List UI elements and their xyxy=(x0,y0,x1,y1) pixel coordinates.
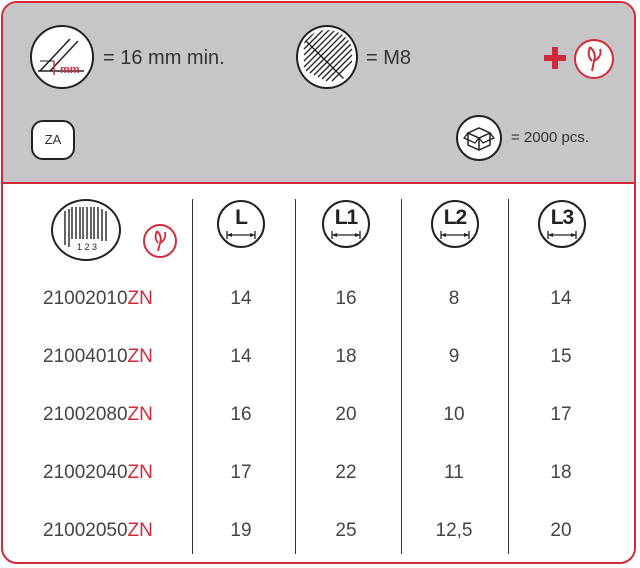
article-number: 21002080 xyxy=(43,404,128,425)
article-suffix: ZN xyxy=(127,288,153,309)
thread-text: = M8 xyxy=(366,47,412,69)
cell-l1: 18 xyxy=(335,346,357,367)
column-header-label: L1 xyxy=(334,206,359,229)
article-code: 21004010ZN xyxy=(43,346,193,368)
article-suffix: ZN xyxy=(127,520,153,541)
cell-l1: 20 xyxy=(335,404,357,425)
cell-l: 14 xyxy=(230,288,252,309)
barcode-icon: 1 2 3 xyxy=(51,199,121,261)
article-code: 21002080ZN xyxy=(43,404,193,426)
article-code: 21002050ZN xyxy=(43,520,193,542)
barcode-digits: 1 2 3 xyxy=(77,242,97,252)
cell-l2: 8 xyxy=(448,288,460,309)
plus-icon xyxy=(544,47,566,69)
column-divider xyxy=(401,199,402,554)
column-header-label: L xyxy=(235,206,248,229)
cell-l3: 17 xyxy=(550,404,572,425)
cell-l2: 9 xyxy=(448,346,460,367)
drill-depth-icon: mm xyxy=(30,25,94,89)
article-suffix: ZN xyxy=(127,462,153,483)
depth-unit-label: mm xyxy=(60,64,80,76)
cell-l2: 11 xyxy=(444,462,464,483)
column-header-l2: L2 xyxy=(431,200,479,248)
column-divider xyxy=(295,199,296,554)
package-icon xyxy=(456,115,502,161)
pack-text: = 2000 pcs. xyxy=(511,129,589,146)
screwdriver-icon xyxy=(574,39,614,79)
column-divider xyxy=(192,199,193,554)
cell-l3: 20 xyxy=(550,520,572,541)
cell-l3: 18 xyxy=(550,462,572,483)
article-number: 21002050 xyxy=(43,520,128,541)
depth-text: = 16 mm min. xyxy=(103,47,225,69)
column-header-label: L2 xyxy=(443,206,468,229)
cell-l2: 12,5 xyxy=(435,520,473,541)
cell-l3: 15 xyxy=(550,346,572,367)
cell-l1: 16 xyxy=(335,288,357,309)
article-number: 21004010 xyxy=(43,346,128,367)
cell-l: 19 xyxy=(230,520,252,541)
cell-l: 16 xyxy=(230,404,252,425)
product-spec-card: mm = 16 mm min. = M8 ZA = 2000 pcs. 1 2 … xyxy=(1,1,636,564)
cell-l1: 25 xyxy=(335,520,357,541)
article-code: 21002010ZN xyxy=(43,288,193,310)
spec-header-panel: mm = 16 mm min. = M8 ZA = 2000 pcs. xyxy=(3,3,634,184)
cell-l3: 14 xyxy=(550,288,572,309)
article-suffix: ZN xyxy=(127,346,153,367)
column-header-label: L3 xyxy=(550,206,575,229)
article-number: 21002040 xyxy=(43,462,128,483)
cell-l2: 10 xyxy=(443,404,465,425)
cell-l: 17 xyxy=(230,462,252,483)
finish-badge: ZA xyxy=(31,120,75,160)
article-suffix: ZN xyxy=(127,404,153,425)
article-code: 21002040ZN xyxy=(43,462,193,484)
column-divider xyxy=(508,199,509,554)
column-header-l1: L1 xyxy=(322,200,370,248)
cell-l: 14 xyxy=(230,346,252,367)
screwdriver-small-icon xyxy=(143,224,177,258)
article-number: 21002010 xyxy=(43,288,128,309)
column-header-l: L xyxy=(217,200,265,248)
cell-l1: 22 xyxy=(335,462,357,483)
thread-icon xyxy=(296,25,358,89)
column-header-l3: L3 xyxy=(538,200,586,248)
